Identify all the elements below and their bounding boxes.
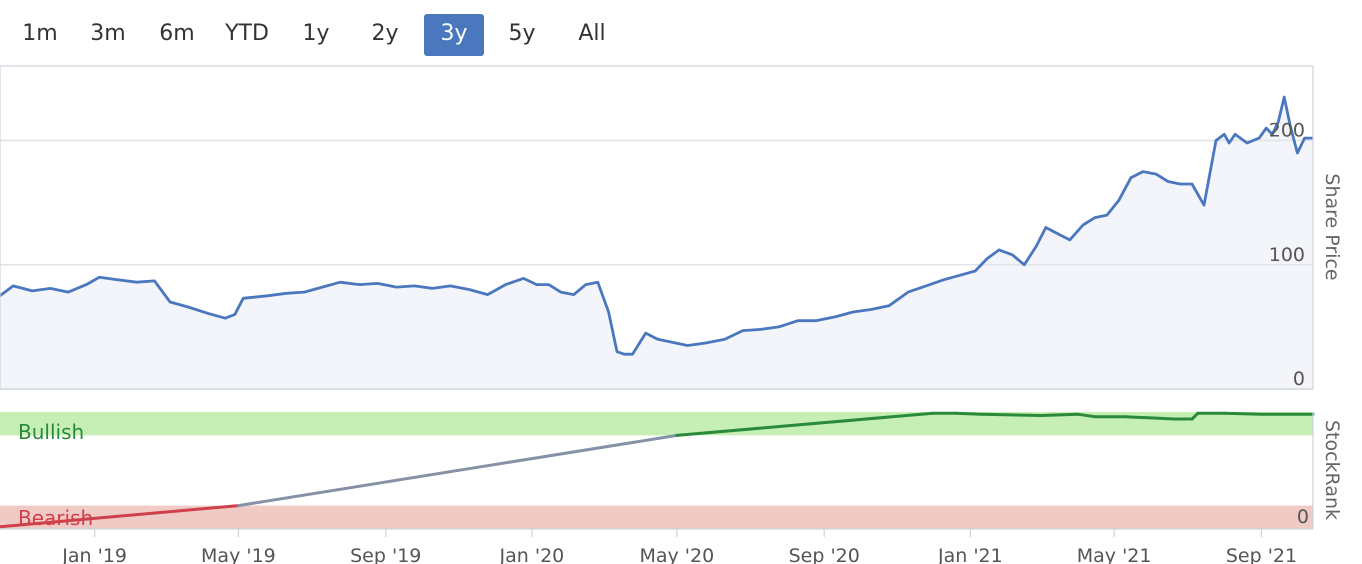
x-tick-label: May '20 — [639, 545, 714, 564]
x-tick-label: Jan '19 — [61, 545, 127, 564]
x-tick-label: May '21 — [1077, 545, 1152, 564]
stockrank-line-segment — [1123, 415, 1153, 420]
stockrank-band-label-bullish: Bullish — [18, 420, 84, 444]
stockrank-line-segment — [236, 433, 679, 508]
x-tick-label: Sep '21 — [1226, 545, 1297, 564]
x-tick-label: May '19 — [201, 545, 276, 564]
stockrank-line-segment — [954, 411, 983, 416]
stockrank-band-label-bearish: Bearish — [18, 506, 93, 530]
x-tick-label: Jan '21 — [937, 545, 1003, 564]
x-tick-label: Sep '19 — [350, 545, 421, 564]
stockrank-line-segment — [979, 412, 1043, 417]
stockrank-tick-label: 0 — [1297, 506, 1309, 528]
price-tick-label: 100 — [1269, 244, 1305, 266]
share-price-axis-title: Share Price — [1321, 173, 1343, 280]
stockrank-line-segment — [1149, 416, 1176, 421]
stockrank-line-segment — [1222, 411, 1263, 416]
stockrank-axis-title: StockRank — [1321, 420, 1343, 520]
x-tick-label: Sep '20 — [789, 545, 860, 564]
stockrank-line-segment — [1039, 412, 1080, 417]
price-tick-label: 200 — [1269, 120, 1305, 142]
x-tick-label: Jan '20 — [499, 545, 565, 564]
price-tick-label: 0 — [1293, 368, 1305, 390]
stock-chart: 0 100 200 Share Price Bullish Bearish 0 StockRa… — [0, 65, 1343, 564]
